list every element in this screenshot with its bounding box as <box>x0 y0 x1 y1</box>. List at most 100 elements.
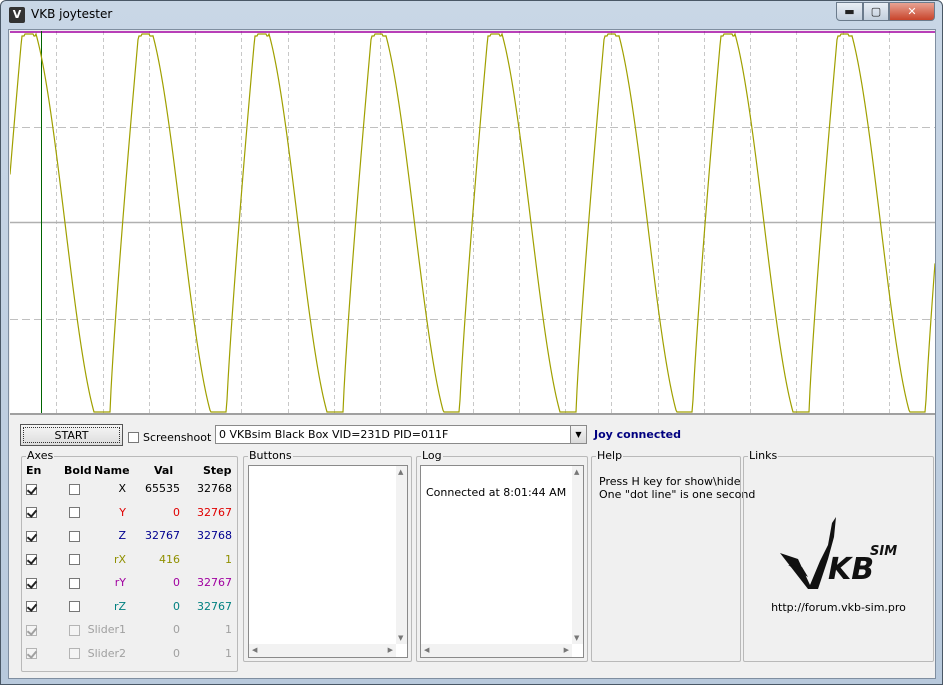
scroll-left-icon[interactable]: ◀ <box>424 646 429 654</box>
minimize-button[interactable]: ▬ <box>836 2 863 21</box>
log-legend: Log <box>421 449 443 462</box>
enable-checkbox[interactable] <box>26 483 37 495</box>
links-legend: Links <box>748 449 779 462</box>
client-area: START Screenshoot 0 VKBsim Black Box VID… <box>8 29 936 679</box>
scroll-right-icon[interactable]: ▶ <box>388 646 393 654</box>
bold-checkbox[interactable] <box>69 577 80 589</box>
axis-row-slider2: Slider2 0 1 <box>22 644 237 662</box>
axis-value: 0 <box>173 505 180 519</box>
bold-checkbox[interactable] <box>69 601 80 612</box>
buttons-group: Buttons ▲ ▼ ◀ ▶ <box>243 449 412 662</box>
enable-checkbox[interactable] <box>26 507 37 518</box>
dropdown-arrow-icon[interactable]: ▼ <box>570 426 586 443</box>
maximize-button[interactable]: ▢ <box>863 2 889 21</box>
help-line-1: Press H key for show\hide <box>599 475 741 488</box>
axis-name: Slider1 <box>87 623 126 636</box>
scroll-left-icon[interactable]: ◀ <box>252 646 257 654</box>
scroll-right-icon[interactable]: ▶ <box>564 646 569 654</box>
help-group: Help Press H key for show\hide One "dot … <box>591 449 755 662</box>
header-val: Val <box>154 464 174 477</box>
help-text: Press H key for show\hide One "dot line"… <box>599 475 755 501</box>
enable-checkbox[interactable] <box>26 577 37 589</box>
axes-group: Axes En Bold Name Val Step X 65535 32768 Y 0… <box>21 449 238 672</box>
screenshoot-label: Screenshoot <box>143 430 212 444</box>
axis-row-z: Z 32767 32768 <box>22 526 237 544</box>
connection-status: Joy connected <box>594 428 681 441</box>
buttons-list[interactable]: ▲ ▼ ◀ ▶ <box>248 465 408 658</box>
header-name: Name <box>94 464 130 477</box>
axis-value: 65535 <box>145 482 180 495</box>
scroll-up-icon[interactable]: ▲ <box>574 468 579 476</box>
axis-name: Z <box>118 529 126 542</box>
header-step: Step <box>203 464 232 477</box>
axis-step: 32767 <box>197 599 232 613</box>
title-bar[interactable]: V VKB joytester ▬ ▢ ✕ <box>1 1 942 29</box>
vkb-sim-logo[interactable]: KB SIM <box>778 515 906 595</box>
scroll-down-icon[interactable]: ▼ <box>398 634 403 642</box>
axis-step: 1 <box>225 623 232 636</box>
plot-canvas <box>10 31 935 413</box>
log-horizontal-scrollbar[interactable]: ◀ ▶ <box>421 644 572 657</box>
buttons-legend: Buttons <box>248 449 293 462</box>
start-button[interactable]: START <box>20 424 123 446</box>
logo-sim-text: SIM <box>870 544 897 559</box>
axis-value: 0 <box>173 623 180 636</box>
bold-checkbox[interactable] <box>69 507 80 518</box>
app-window: V VKB joytester ▬ ▢ ✕ START Screenshoot … <box>0 0 943 685</box>
window-title: VKB joytester <box>31 7 113 21</box>
enable-checkbox[interactable] <box>26 601 37 612</box>
axis-step: 32767 <box>197 505 232 519</box>
device-select[interactable]: 0 VKBsim Black Box VID=231D PID=011F ▼ <box>215 425 587 444</box>
axis-row-y: Y 0 32767 <box>22 503 237 521</box>
axis-step: 32768 <box>197 529 232 542</box>
axis-row-x: X 65535 32768 <box>22 479 237 497</box>
bold-checkbox[interactable] <box>69 483 80 495</box>
header-en: En <box>26 464 42 477</box>
screenshoot-checkbox[interactable] <box>128 431 139 443</box>
log-vertical-scrollbar[interactable]: ▲ ▼ <box>572 466 583 644</box>
bold-checkbox[interactable] <box>69 530 80 542</box>
axis-row-rx: rX 416 1 <box>22 550 237 568</box>
axis-row-ry: rY 0 32767 <box>22 573 237 591</box>
enable-checkbox[interactable] <box>26 554 37 565</box>
axis-name: Y <box>119 505 126 519</box>
axis-value: 0 <box>173 576 180 589</box>
axis-plot <box>10 31 935 415</box>
screenshoot-option[interactable]: Screenshoot <box>128 430 211 444</box>
axis-step: 32768 <box>197 482 232 495</box>
log-entry: Connected at 8:01:44 AM <box>426 486 567 499</box>
axis-step: 1 <box>225 552 232 566</box>
axis-value: 0 <box>173 646 180 660</box>
axis-row-rz: rZ 0 32767 <box>22 597 237 615</box>
axes-legend: Axes <box>26 449 55 462</box>
axis-name: rX <box>113 552 126 566</box>
links-group: Links KB SIM http://forum.vkb-sim.pro <box>743 449 934 662</box>
buttons-vertical-scrollbar[interactable]: ▲ ▼ <box>396 466 407 644</box>
bold-checkbox[interactable] <box>69 554 80 565</box>
axis-value: 32767 <box>145 529 180 542</box>
axis-step: 32767 <box>197 576 232 589</box>
axis-name: rZ <box>113 599 126 613</box>
axis-name: X <box>118 482 126 495</box>
axis-name: Slider2 <box>87 646 126 660</box>
axis-value: 416 <box>159 552 180 566</box>
scroll-down-icon[interactable]: ▼ <box>574 634 579 642</box>
bold-checkbox[interactable] <box>69 624 80 636</box>
help-legend: Help <box>596 449 624 462</box>
enable-checkbox[interactable] <box>26 624 37 636</box>
enable-checkbox[interactable] <box>26 530 37 542</box>
forum-link[interactable]: http://forum.vkb-sim.pro <box>744 601 933 614</box>
buttons-horizontal-scrollbar[interactable]: ◀ ▶ <box>249 644 396 657</box>
vkb-app-icon[interactable]: V <box>9 7 25 23</box>
help-line-2: One "dot line" is one second <box>599 488 756 501</box>
close-button[interactable]: ✕ <box>889 2 935 21</box>
header-bold: Bold <box>64 464 92 477</box>
log-group: Log Connected at 8:01:44 AM ▲ ▼ ◀ ▶ <box>416 449 588 662</box>
device-select-value: 0 VKBsim Black Box VID=231D PID=011F <box>219 428 449 441</box>
axis-name: rY <box>114 576 126 589</box>
scroll-up-icon[interactable]: ▲ <box>398 468 403 476</box>
enable-checkbox[interactable] <box>26 648 37 659</box>
log-list[interactable]: Connected at 8:01:44 AM ▲ ▼ ◀ ▶ <box>420 465 584 658</box>
bold-checkbox[interactable] <box>69 648 80 659</box>
axis-row-slider1: Slider1 0 1 <box>22 620 237 638</box>
